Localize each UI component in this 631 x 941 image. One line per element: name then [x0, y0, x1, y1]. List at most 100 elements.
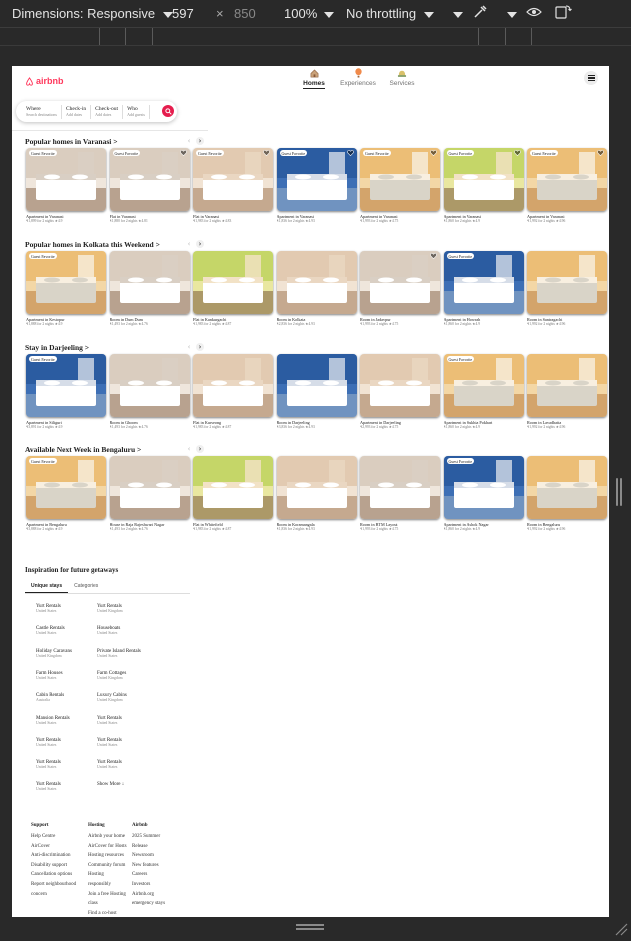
listing-photo[interactable]: Guest Favorite [26, 251, 106, 314]
zoom-select[interactable]: 100% [284, 6, 334, 21]
listing-photo[interactable] [360, 251, 440, 314]
height-input[interactable]: 850 [234, 6, 256, 21]
inspiration-link[interactable]: Private Island Rentals United States [97, 649, 177, 658]
resize-handle-bottom[interactable] [296, 924, 324, 932]
listing-card[interactable]: Room in Kolkata ₹2,836 for 2 nights ★4.93 [276, 251, 357, 326]
search-bar[interactable]: Where Search destinations Check-in Add dat… [16, 101, 177, 122]
listing-photo[interactable] [276, 456, 357, 519]
dimensions-select[interactable]: Dimensions: Responsive [12, 6, 173, 21]
tab-unique-stays[interactable]: Unique stays [25, 582, 69, 593]
rotate-device-icon[interactable] [554, 4, 572, 23]
listing-photo[interactable] [360, 456, 440, 519]
listing-photo[interactable]: Guest Favorite [276, 148, 357, 211]
tab-services[interactable]: Services [383, 68, 421, 89]
listing-card[interactable]: Room in Darjeeling ₹3,836 for 2 nights ★4… [276, 354, 357, 429]
resize-handle-corner[interactable] [614, 922, 628, 936]
throttling-select[interactable]: No throttling [346, 6, 434, 21]
footer-link[interactable]: AirCover [31, 842, 91, 852]
listing-photo[interactable]: Guest Favorite [443, 148, 524, 211]
listing-card[interactable]: Room in BTM Layout ₹1,993 for 2 nights ★4… [360, 456, 440, 531]
listing-photo[interactable]: Guest Favorite [360, 148, 440, 211]
listing-card[interactable]: Guest Favorite Apartment in Siliguri ₹3,89… [26, 354, 106, 429]
listing-card[interactable]: Flat in Kankurgachi ₹1,983 for 2 nights ★… [193, 251, 273, 326]
airbnb-logo[interactable]: airbnb [25, 76, 64, 86]
inspiration-link[interactable]: Houseboats United States [97, 626, 177, 635]
listing-card[interactable]: Guest Favorite Apartment in Varanasi ₹1,89… [26, 148, 106, 223]
footer-link[interactable]: Anti-discrimination [31, 851, 91, 861]
width-input[interactable]: 597 [172, 6, 194, 21]
carousel-prev-button[interactable]: ‹ [185, 445, 193, 453]
footer-link[interactable]: Report neighbourhood [31, 880, 91, 890]
carousel-next-button[interactable]: › [196, 445, 204, 453]
heart-icon[interactable] [430, 253, 437, 259]
listing-card[interactable]: Room in Koramangala ₹1,836 for 2 nights ★… [276, 456, 357, 531]
listing-photo[interactable]: Guest Favorite [443, 251, 524, 314]
listing-card[interactable]: Room in Bengaluru ₹1,992 for 2 nights ★4.… [527, 456, 607, 531]
footer-link[interactable]: Careers [132, 870, 192, 880]
listing-photo[interactable]: Guest Favorite [26, 148, 106, 211]
listing-photo[interactable] [109, 456, 190, 519]
listing-card[interactable]: Apartment in Darjeeling ₹2,993 for 2 nigh… [360, 354, 440, 429]
listing-photo[interactable] [527, 354, 607, 417]
listing-card[interactable]: Room in Santragachi ₹1,992 for 2 nights ★… [527, 251, 607, 326]
tab-categories[interactable]: Categories [68, 582, 104, 593]
more-options-dropdown[interactable] [453, 6, 463, 21]
listing-card[interactable]: Guest Favorite Apartment in Varanasi ₹1,99… [360, 148, 440, 223]
inspiration-link[interactable]: Farm Cottages United Kingdom [97, 671, 177, 680]
listing-card[interactable]: House in Raja Rajeshwari Nagar ₹1,493 for… [109, 456, 190, 531]
heart-icon[interactable] [263, 150, 270, 156]
footer-link[interactable]: Release [132, 842, 192, 852]
inspiration-link[interactable]: Yurt Rentals United States [97, 716, 177, 725]
listing-photo[interactable] [193, 354, 273, 417]
show-more-button[interactable]: Show More ↓ [97, 782, 177, 787]
listing-photo[interactable] [527, 456, 607, 519]
listing-photo[interactable] [276, 354, 357, 417]
listing-card[interactable]: Flat in Kurseong ₹1,983 for 2 nights ★4.8… [193, 354, 273, 429]
inspiration-link[interactable]: Yurt Rentals United Kingdom [97, 604, 177, 613]
resize-handle-right[interactable] [616, 478, 622, 506]
footer-link[interactable]: Newsroom [132, 851, 192, 861]
carousel-prev-button[interactable]: ‹ [185, 343, 193, 351]
listing-photo[interactable] [527, 251, 607, 314]
listing-card[interactable]: Guest Favorite Apartment in Howrah ₹1,860 … [443, 251, 524, 326]
listing-photo[interactable] [360, 354, 440, 417]
listing-photo[interactable] [109, 251, 190, 314]
footer-link[interactable]: 2025 Summer [132, 832, 192, 842]
listing-photo[interactable] [193, 456, 273, 519]
listing-card[interactable]: Room in Dum Dum ₹1,493 for 2 nights ★4.76 [109, 251, 190, 326]
listing-photo[interactable]: Guest Favorite [26, 354, 106, 417]
listing-card[interactable]: Guest Favorite Apartment in Ashok Nagar ₹1… [443, 456, 524, 531]
heart-icon[interactable] [346, 150, 354, 156]
listing-card[interactable]: Guest Favorite Apartment in Sukhia Pokhar… [443, 354, 524, 429]
heart-icon[interactable] [513, 150, 521, 156]
listing-card[interactable]: Room in Lavadhatta ₹1,992 for 2 nights ★4… [527, 354, 607, 429]
carousel-next-button[interactable]: › [196, 343, 204, 351]
footer-link[interactable]: concern [31, 890, 91, 900]
listing-photo[interactable] [276, 251, 357, 314]
search-checkin[interactable]: Check-in Add dates [62, 104, 92, 119]
search-checkout[interactable]: Check-out Add dates [91, 104, 124, 119]
listing-photo[interactable]: Guest Favorite [443, 456, 524, 519]
eyedropper-icon[interactable] [472, 4, 488, 23]
heart-icon[interactable] [597, 150, 604, 156]
listing-card[interactable]: Room in Jadavpur ₹1,993 for 2 nights ★4.7… [360, 251, 440, 326]
eye-icon[interactable] [526, 5, 542, 22]
heart-icon[interactable] [430, 150, 437, 156]
search-who[interactable]: Who Add guests [123, 104, 150, 119]
carousel-prev-button[interactable]: ‹ [185, 240, 193, 248]
footer-link[interactable]: New features [132, 861, 192, 871]
section-title[interactable]: Popular homes in Varanasi > [25, 137, 609, 146]
listing-photo[interactable]: Guest Favorite [443, 354, 524, 417]
carousel-prev-button[interactable]: ‹ [185, 137, 193, 145]
listing-photo[interactable]: Guest Favorite [527, 148, 607, 211]
footer-link[interactable]: Disability support [31, 861, 91, 871]
carousel-next-button[interactable]: › [196, 137, 204, 145]
listing-card[interactable]: Guest Favorite Apartment in Kestopur ₹1,88… [26, 251, 106, 326]
footer-link[interactable]: Help Centre [31, 832, 91, 842]
footer-link[interactable]: emergency stays [132, 899, 192, 909]
listing-card[interactable]: Guest Favorite Apartment in Varanasi ₹1,99… [527, 148, 607, 223]
heart-icon[interactable] [179, 150, 187, 156]
listing-card[interactable]: Guest Favorite Apartment in Varanasi ₹1,83… [276, 148, 357, 223]
footer-link[interactable]: Cancellation options [31, 870, 91, 880]
vision-dropdown[interactable] [507, 6, 517, 21]
